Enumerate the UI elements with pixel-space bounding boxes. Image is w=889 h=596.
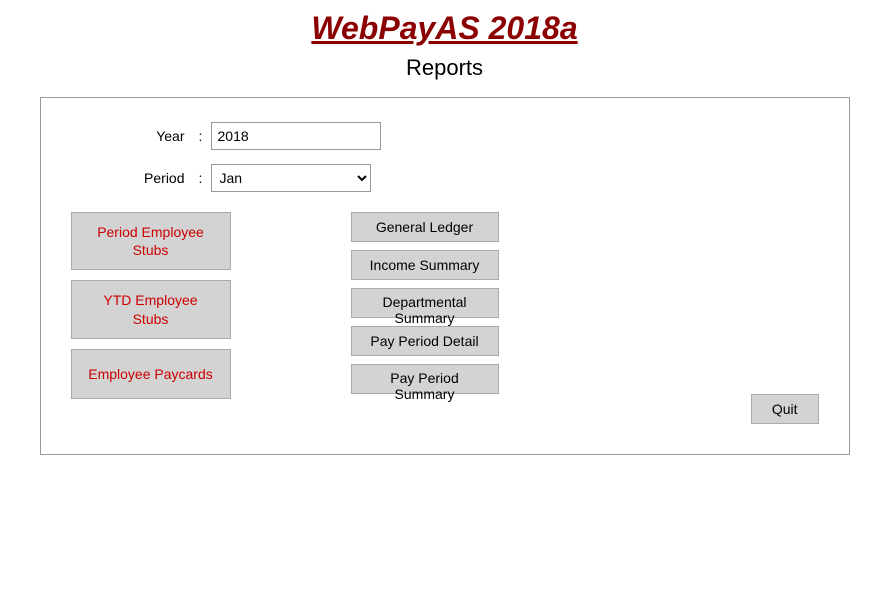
year-colon: :: [191, 128, 211, 144]
right-buttons: General Ledger Income Summary Department…: [351, 212, 819, 394]
year-label: Year: [71, 128, 191, 144]
period-select[interactable]: Jan Feb Mar Apr May Jun Jul Aug Sep Oct …: [211, 164, 371, 192]
year-row: Year :: [71, 122, 819, 150]
ytd-employee-stubs-button[interactable]: YTD Employee Stubs: [71, 280, 231, 338]
quit-area: Quit: [751, 394, 819, 424]
period-employee-stubs-button[interactable]: Period Employee Stubs: [71, 212, 231, 270]
employee-paycards-button[interactable]: Employee Paycards: [71, 349, 231, 399]
departmental-summary-button[interactable]: Departmental Summary: [351, 288, 499, 318]
period-label: Period: [71, 170, 191, 186]
main-box: Year : Period : Jan Feb Mar Apr May Jun …: [40, 97, 850, 455]
left-buttons: Period Employee Stubs YTD Employee Stubs…: [71, 212, 271, 424]
pay-period-summary-button[interactable]: Pay Period Summary: [351, 364, 499, 394]
period-row: Period : Jan Feb Mar Apr May Jun Jul Aug…: [71, 164, 819, 192]
app-title: WebPayAS 2018a: [311, 10, 577, 47]
right-and-quit: General Ledger Income Summary Department…: [291, 212, 819, 424]
income-summary-button[interactable]: Income Summary: [351, 250, 499, 280]
buttons-area: Period Employee Stubs YTD Employee Stubs…: [71, 212, 819, 424]
period-colon: :: [191, 170, 211, 186]
quit-button[interactable]: Quit: [751, 394, 819, 424]
pay-period-detail-button[interactable]: Pay Period Detail: [351, 326, 499, 356]
general-ledger-button[interactable]: General Ledger: [351, 212, 499, 242]
page-wrapper: WebPayAS 2018a Reports Year : Period : J…: [0, 0, 889, 596]
page-title: Reports: [406, 55, 483, 81]
year-input[interactable]: [211, 122, 381, 150]
